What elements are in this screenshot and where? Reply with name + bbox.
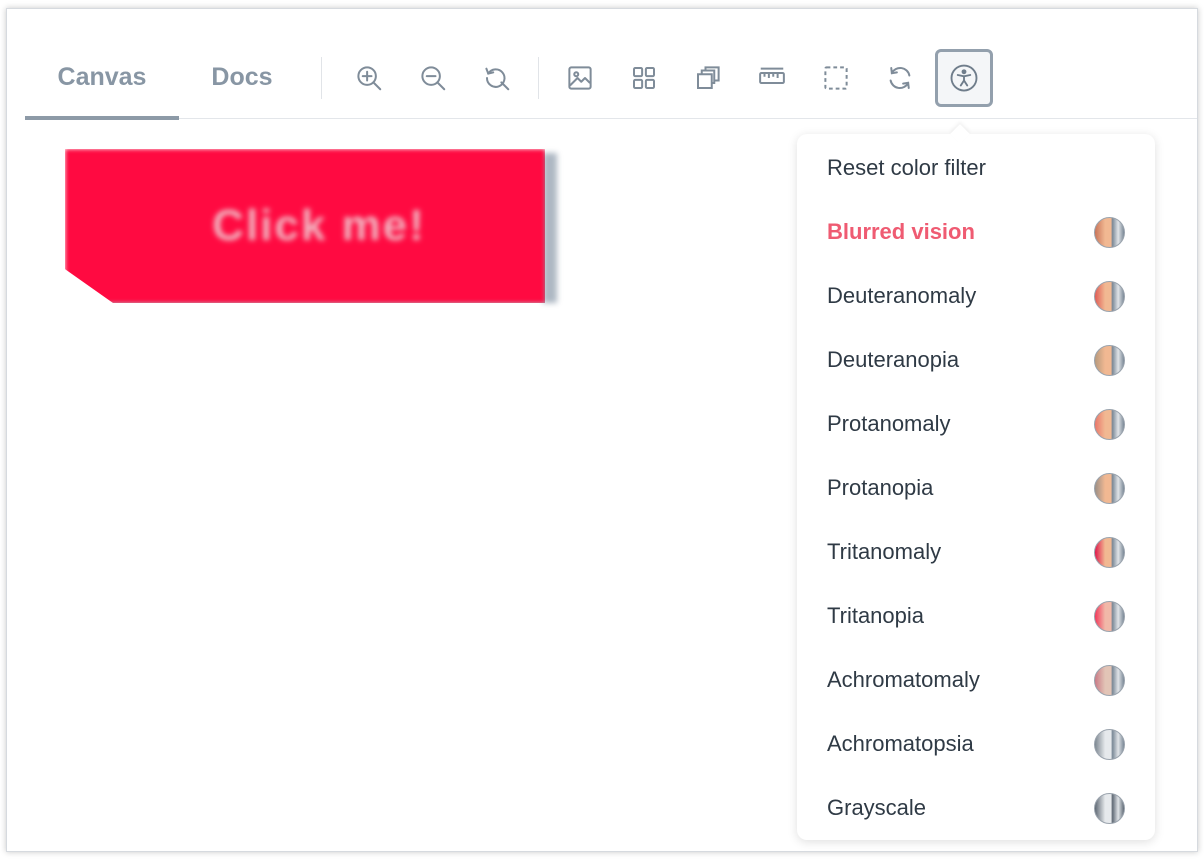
menu-item-label: Reset color filter (827, 155, 986, 180)
refresh-button[interactable] (871, 49, 929, 107)
vision-simulator-button[interactable] (935, 48, 993, 107)
zoom-reset-icon (485, 67, 510, 90)
menu-item-label: Tritanomaly (827, 539, 942, 564)
menu-item-label: Protanomaly (827, 411, 951, 436)
menu-item-label: Grayscale (827, 795, 927, 820)
toolbar-divider (538, 56, 539, 99)
filter-preview-icon (1094, 217, 1125, 248)
menu-item-label: Achromatomaly (827, 667, 980, 692)
menu-item-label: Deuteranopia (827, 347, 960, 372)
outline-icon (824, 65, 848, 90)
tab-canvas-label: Canvas (57, 63, 147, 91)
filter-item-deuteranomaly[interactable]: Deuteranomaly (797, 264, 1155, 328)
grid-icon (633, 66, 655, 89)
grid-button[interactable] (615, 49, 673, 107)
zoom-out-button[interactable] (404, 49, 462, 107)
menu-item-label: Achromatopsia (827, 731, 974, 756)
refresh-icon (889, 66, 911, 89)
filter-item-blurred-vision[interactable]: Blurred vision (797, 200, 1155, 264)
menu-item-label: Deuteranomaly (827, 283, 977, 308)
filter-preview-icon (1094, 537, 1125, 568)
tab-docs[interactable]: Docs (179, 37, 305, 119)
filter-list: Blurred vision Deuteranomaly Deuteranopia P… (797, 200, 1155, 840)
filter-preview-icon (1094, 729, 1125, 760)
menu-item-label: Protanopia (827, 475, 934, 500)
demo-click-button[interactable]: Click me! (65, 149, 545, 303)
toolbar-divider (321, 56, 322, 99)
filter-item-grayscale[interactable]: Grayscale (797, 776, 1155, 840)
tab-docs-label: Docs (211, 63, 273, 91)
filter-item-deuteranopia[interactable]: Deuteranopia (797, 328, 1155, 392)
ruler-icon (759, 67, 785, 84)
filter-preview-icon (1094, 665, 1125, 696)
zoom-in-button[interactable] (340, 49, 398, 107)
zoom-reset-button[interactable] (468, 49, 526, 107)
filter-preview-icon (1094, 473, 1125, 504)
menu-item-label: Tritanopia (827, 603, 925, 628)
filter-item-protanomaly[interactable]: Protanomaly (797, 392, 1155, 456)
toolbar: Canvas Docs (25, 37, 1197, 120)
filter-preview-icon (1094, 281, 1125, 312)
zoom-out-icon (421, 65, 446, 90)
filter-preview-icon (1094, 409, 1125, 440)
filter-item-tritanopia[interactable]: Tritanopia (797, 584, 1155, 648)
layers-icon (697, 65, 720, 89)
layers-button[interactable] (679, 49, 737, 107)
ruler-button[interactable] (743, 49, 801, 107)
accessibility-icon (950, 64, 978, 91)
color-filter-menu: Reset color filter Blurred vision Deutera… (797, 134, 1155, 840)
filter-preview-icon (1094, 345, 1125, 376)
outline-button[interactable] (807, 49, 865, 107)
filter-item-tritanomaly[interactable]: Tritanomaly (797, 520, 1155, 584)
filter-preview-icon (1094, 601, 1125, 632)
background-image-button[interactable] (551, 49, 609, 107)
filter-preview-icon (1094, 793, 1125, 824)
menu-item-label: Blurred vision (827, 219, 975, 244)
app-frame: Canvas Docs Click me! Reset color filter… (6, 8, 1198, 852)
demo-button-label: Click me! (212, 201, 426, 250)
zoom-in-icon (357, 65, 382, 90)
filter-item-achromatopsia[interactable]: Achromatopsia (797, 712, 1155, 776)
demo-button-shadow (543, 153, 557, 303)
tab-canvas[interactable]: Canvas (25, 37, 179, 120)
filter-item-achromatomaly[interactable]: Achromatomaly (797, 648, 1155, 712)
reset-color-filter-item[interactable]: Reset color filter (797, 136, 1155, 200)
filter-item-protanopia[interactable]: Protanopia (797, 456, 1155, 520)
image-icon (568, 65, 592, 90)
